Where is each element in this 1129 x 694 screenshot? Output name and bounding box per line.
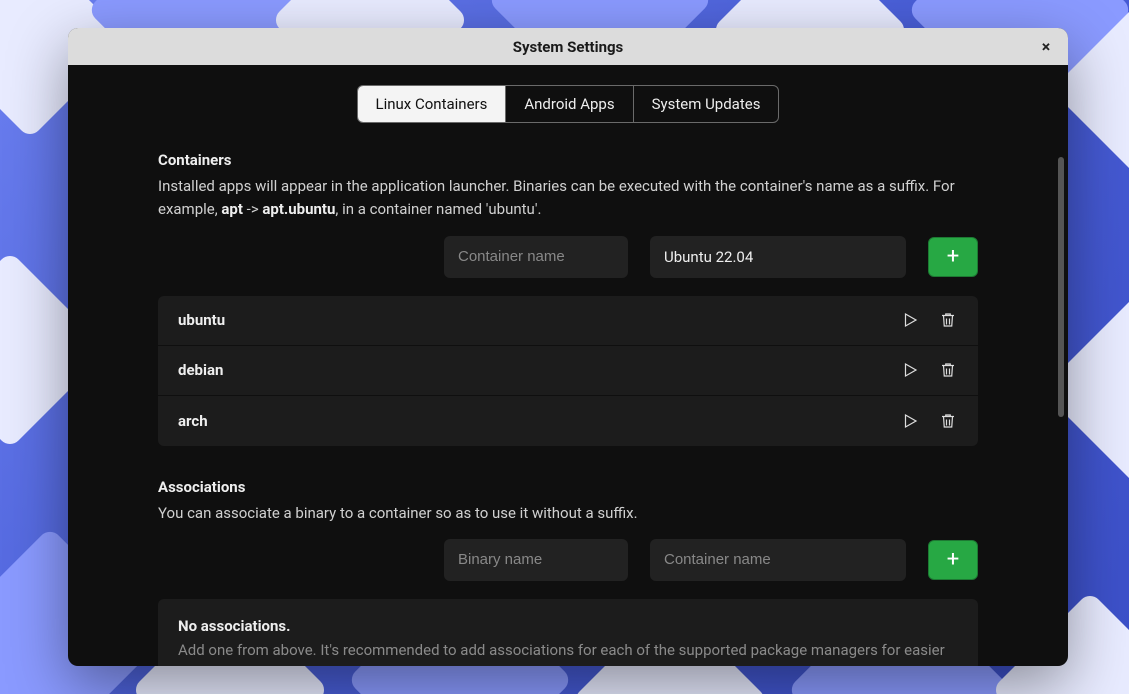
list-item: ubuntu bbox=[158, 296, 978, 346]
trash-icon[interactable] bbox=[938, 360, 958, 380]
empty-description: Add one from above. It's recommended to … bbox=[178, 639, 958, 666]
desc-bold: apt bbox=[221, 200, 243, 218]
titlebar[interactable]: System Settings × bbox=[68, 28, 1068, 65]
play-icon[interactable] bbox=[900, 360, 920, 380]
tab-system-updates[interactable]: System Updates bbox=[634, 86, 779, 122]
desc-text: , in a container named 'ubuntu'. bbox=[335, 200, 541, 218]
window-title: System Settings bbox=[513, 38, 624, 56]
add-association-button[interactable]: + bbox=[928, 540, 978, 580]
desc-bold: apt.ubuntu bbox=[262, 200, 335, 218]
associations-description: You can associate a binary to a containe… bbox=[158, 502, 978, 525]
plus-icon: + bbox=[947, 547, 959, 572]
distro-select[interactable]: Ubuntu 22.04 bbox=[650, 236, 906, 278]
tab-bar: Linux Containers Android Apps System Upd… bbox=[158, 85, 978, 123]
container-add-row: Ubuntu 22.04 + bbox=[158, 236, 978, 278]
containers-heading: Containers bbox=[158, 151, 978, 169]
settings-window: System Settings × Linux Containers Andro… bbox=[68, 28, 1068, 666]
associations-empty-state: No associations. Add one from above. It'… bbox=[158, 599, 978, 666]
plus-icon: + bbox=[947, 244, 959, 269]
scrollbar-thumb[interactable] bbox=[1058, 157, 1064, 417]
association-container-input[interactable] bbox=[650, 539, 906, 581]
list-item: arch bbox=[158, 396, 978, 446]
container-name-label: arch bbox=[178, 412, 900, 430]
containers-description: Installed apps will appear in the applic… bbox=[158, 175, 978, 222]
list-item: debian bbox=[158, 346, 978, 396]
associations-heading: Associations bbox=[158, 478, 978, 496]
close-icon: × bbox=[1042, 37, 1051, 56]
tab-linux-containers[interactable]: Linux Containers bbox=[358, 86, 507, 122]
close-button[interactable]: × bbox=[1034, 34, 1058, 58]
tab-android-apps[interactable]: Android Apps bbox=[506, 86, 633, 122]
desc-text: -> bbox=[243, 200, 262, 218]
trash-icon[interactable] bbox=[938, 310, 958, 330]
association-add-row: + bbox=[158, 539, 978, 581]
container-name-label: debian bbox=[178, 361, 900, 379]
containers-list: ubuntu debian bbox=[158, 296, 978, 446]
add-container-button[interactable]: + bbox=[928, 237, 978, 277]
play-icon[interactable] bbox=[900, 411, 920, 431]
container-name-input[interactable] bbox=[444, 236, 628, 278]
content-area: Linux Containers Android Apps System Upd… bbox=[68, 65, 1068, 666]
binary-name-input[interactable] bbox=[444, 539, 628, 581]
play-icon[interactable] bbox=[900, 310, 920, 330]
distro-selected-label: Ubuntu 22.04 bbox=[664, 248, 753, 266]
container-name-label: ubuntu bbox=[178, 311, 900, 329]
empty-title: No associations. bbox=[178, 617, 958, 635]
trash-icon[interactable] bbox=[938, 411, 958, 431]
